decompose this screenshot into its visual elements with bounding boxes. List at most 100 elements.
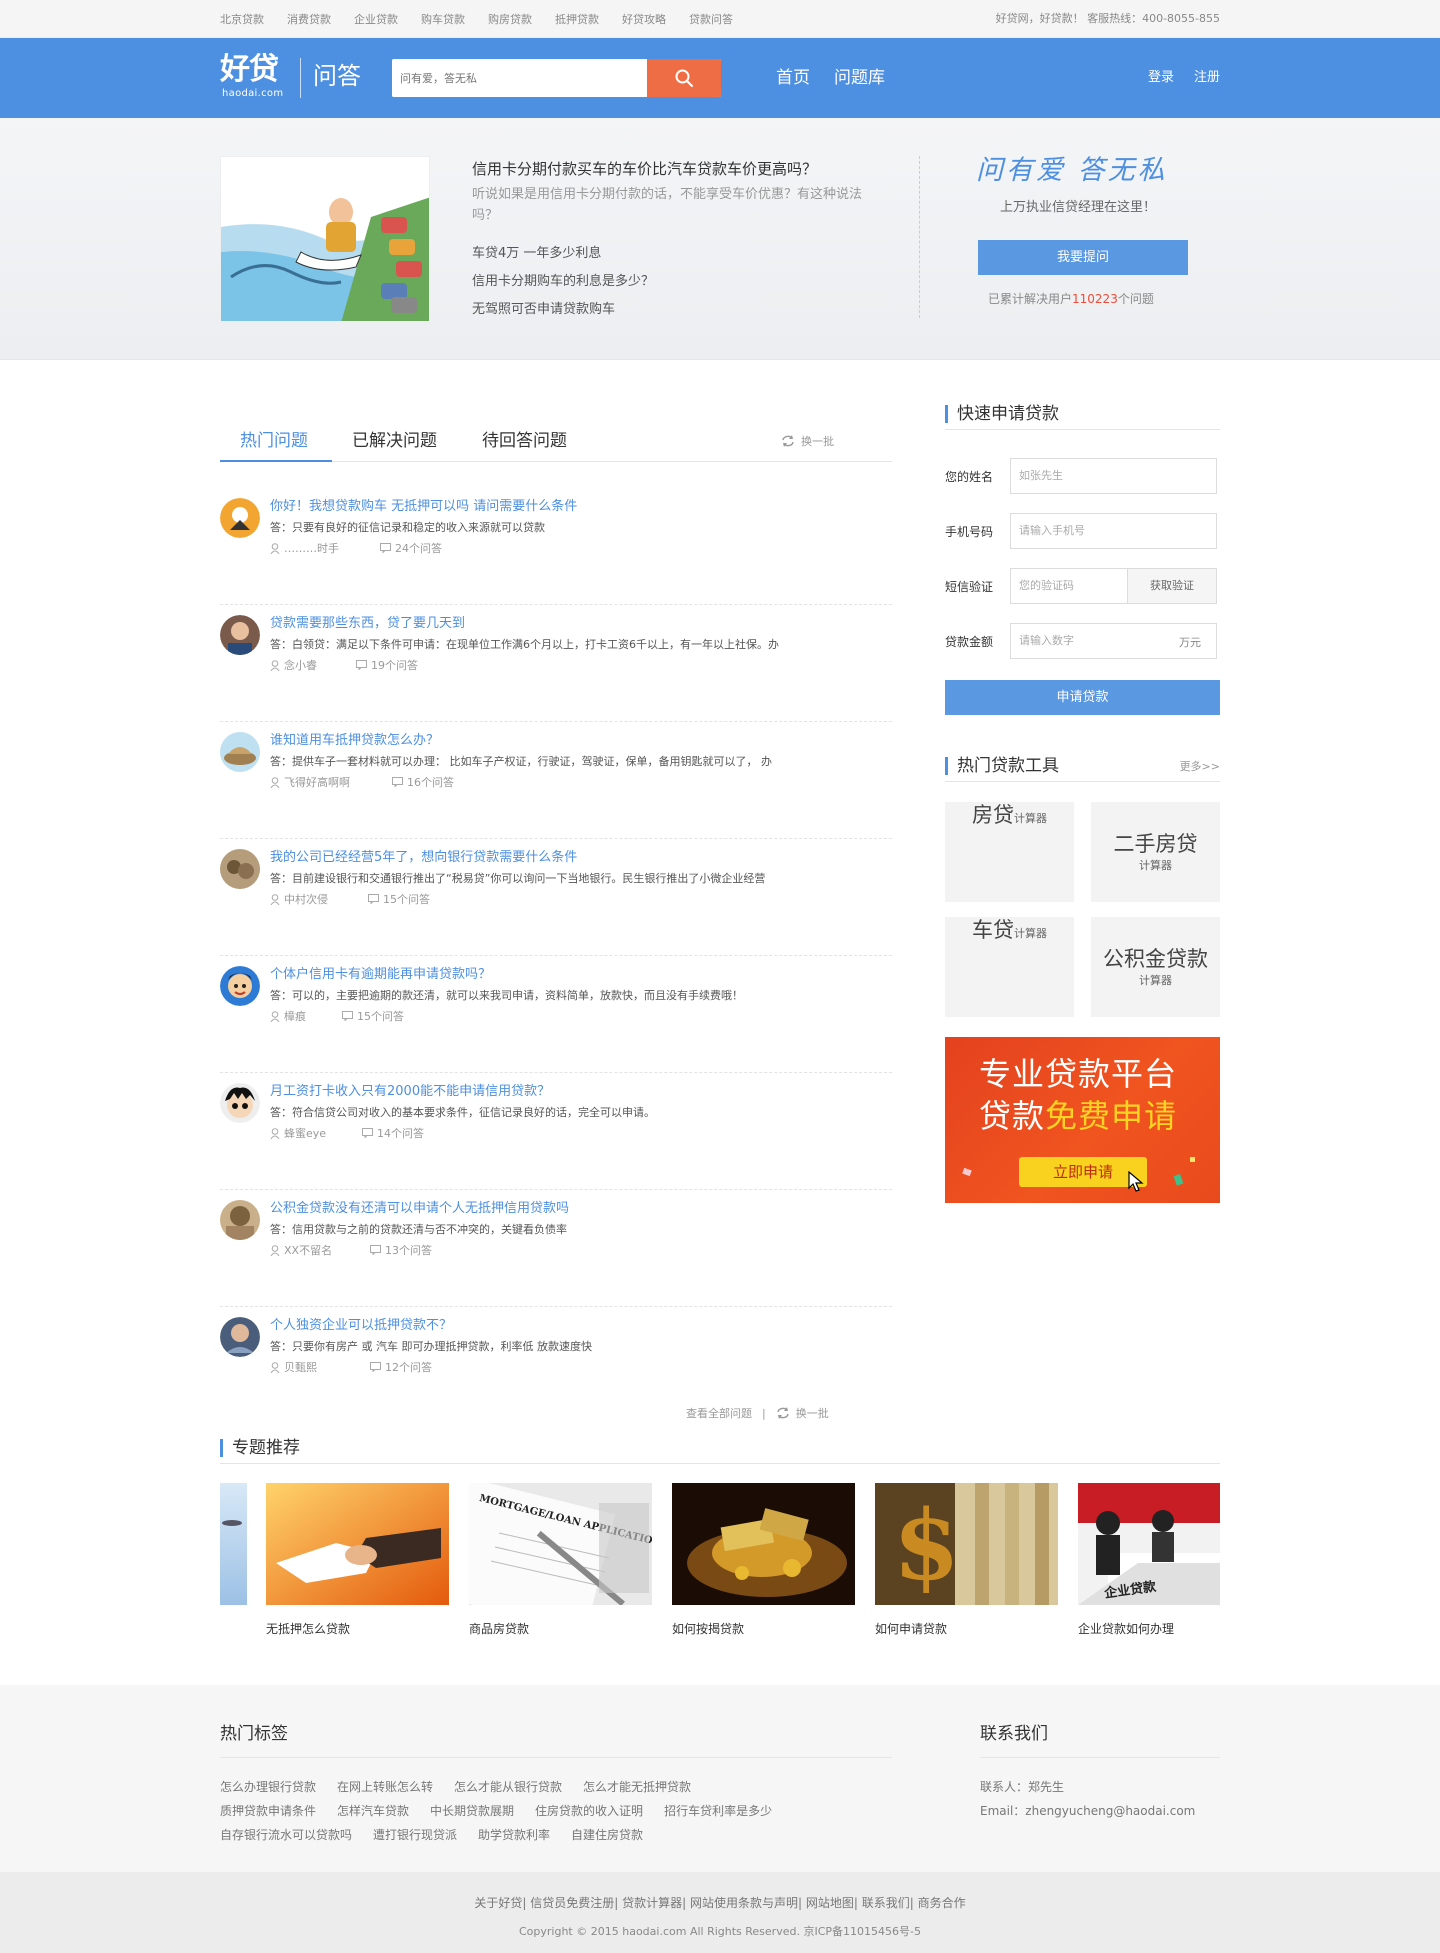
- banner-illustration[interactable]: [220, 156, 430, 322]
- topic-label[interactable]: 商品房贷款: [469, 1620, 529, 1637]
- tag-link[interactable]: 中长期贷款展期: [430, 1802, 514, 1819]
- top-link[interactable]: 抵押贷款: [555, 11, 599, 27]
- sms-row: 短信验证 您的验证码 获取验证: [945, 568, 1220, 604]
- question-title[interactable]: 个人独资企业可以抵押贷款不？: [270, 1314, 452, 1333]
- top-link[interactable]: 消费贷款: [287, 11, 331, 27]
- related-question[interactable]: 信用卡分期购车的利息是多少？: [472, 270, 654, 289]
- comment-icon: [368, 894, 379, 904]
- tool-car-loan-calculator[interactable]: 车贷 计算器: [945, 917, 1074, 1017]
- topic-image[interactable]: 企业贷款: [1078, 1483, 1220, 1605]
- related-question[interactable]: 无驾照可否申请贷款购车: [472, 298, 615, 317]
- top-link[interactable]: 企业贷款: [354, 11, 398, 27]
- question-title[interactable]: 月工资打卡收入只有2000能不能申请信用贷款？: [270, 1080, 550, 1099]
- refresh-button[interactable]: 换一批: [781, 433, 834, 449]
- tool-secondhand-calculator[interactable]: 二手房贷 计算器: [1091, 802, 1220, 902]
- register-link[interactable]: 注册: [1194, 70, 1220, 86]
- tools-more-link[interactable]: 更多>>: [1180, 758, 1220, 774]
- logo[interactable]: 好贷 haodai.com 问答: [220, 52, 366, 102]
- question-title[interactable]: 公积金贷款没有还清可以申请个人无抵押信用贷款吗: [270, 1197, 569, 1216]
- topic-image[interactable]: MORTGAGE/LOAN APPLICATION FORM: [469, 1483, 652, 1605]
- phone-input[interactable]: 请输入手机号: [1010, 513, 1217, 549]
- tag-link[interactable]: 怎么办理银行贷款: [220, 1778, 316, 1795]
- comment-icon: [380, 543, 391, 553]
- username[interactable]: XX不留名: [284, 1242, 332, 1258]
- tag-link[interactable]: 招行车贷利率是多少: [664, 1802, 772, 1819]
- topic-label[interactable]: 如何申请贷款: [875, 1620, 947, 1637]
- topic-label[interactable]: 企业贷款如何办理: [1078, 1620, 1174, 1637]
- question-title[interactable]: 谁知道用车抵押贷款怎么办？: [270, 729, 439, 748]
- login-link[interactable]: 登录: [1148, 70, 1174, 86]
- top-link[interactable]: 购车贷款: [421, 11, 465, 27]
- question-item[interactable]: 月工资打卡收入只有2000能不能申请信用贷款？ 答：符合信贷公司对收入的基本要求…: [220, 1073, 892, 1190]
- active-tab-underline: [220, 460, 332, 462]
- get-code-button[interactable]: 获取验证: [1127, 568, 1217, 604]
- question-item[interactable]: 个体户信用卡有逾期能再申请贷款吗？ 答：可以的，主要把逾期的款还清，就可以来我司…: [220, 956, 892, 1073]
- tool-mortgage-calculator[interactable]: 房贷 计算器: [945, 802, 1074, 902]
- question-title[interactable]: 你好！我想贷款购车 无抵押可以吗 请问需要什么条件: [270, 495, 577, 514]
- logo-divider: [300, 58, 301, 98]
- topic-label[interactable]: 无抵押怎么贷款: [266, 1620, 350, 1637]
- sms-code-input[interactable]: 您的验证码: [1010, 568, 1128, 604]
- contact-email[interactable]: Email：zhengyucheng@haodai.com: [980, 1802, 1195, 1819]
- topic-image[interactable]: [266, 1483, 449, 1605]
- tag-link[interactable]: 住房贷款的收入证明: [535, 1802, 643, 1819]
- username[interactable]: ………时手: [284, 540, 339, 556]
- topic-image[interactable]: $: [875, 1483, 1058, 1605]
- related-question[interactable]: 车贷4万 一年多少利息: [472, 242, 601, 261]
- apply-loan-button[interactable]: 申请贷款: [945, 680, 1220, 715]
- tag-link[interactable]: 遭打银行现贷派: [373, 1826, 457, 1843]
- question-title[interactable]: 我的公司已经经营5年了，想向银行贷款需要什么条件: [270, 846, 577, 865]
- tag-link[interactable]: 自建住房贷款: [571, 1826, 643, 1843]
- tag-link[interactable]: 怎么才能无抵押贷款: [583, 1778, 691, 1795]
- phone-label: 手机号码: [945, 525, 994, 539]
- featured-question[interactable]: 信用卡分期付款买车的车价比汽车贷款车价更高吗？: [472, 158, 817, 179]
- auth-links: 登录 注册: [1148, 70, 1220, 86]
- question-title[interactable]: 个体户信用卡有逾期能再申请贷款吗？: [270, 963, 491, 982]
- nav-home[interactable]: 首页: [776, 66, 810, 90]
- top-link[interactable]: 贷款问答: [689, 11, 733, 27]
- question-meta: 樟痕 15个问答: [270, 1008, 404, 1024]
- username[interactable]: 中村次侵: [284, 891, 328, 907]
- tag-link[interactable]: 助学贷款利率: [478, 1826, 550, 1843]
- question-item[interactable]: 你好！我想贷款购车 无抵押可以吗 请问需要什么条件 答：只要有良好的征信记录和稳…: [220, 488, 892, 605]
- username[interactable]: 樟痕: [284, 1008, 306, 1024]
- carousel-partial-item[interactable]: [220, 1483, 247, 1605]
- footer-links[interactable]: 关于好贷| 信贷员免费注册| 贷款计算器| 网站使用条款与声明| 网站地图| 联…: [0, 1894, 1440, 1911]
- top-link[interactable]: 北京贷款: [220, 11, 264, 27]
- name-input[interactable]: 如张先生: [1010, 458, 1217, 494]
- tag-link[interactable]: 质押贷款申请条件: [220, 1802, 316, 1819]
- tag-link[interactable]: 自存银行流水可以贷款吗: [220, 1826, 352, 1843]
- top-link[interactable]: 好贷攻略: [622, 11, 666, 27]
- nav-question-bank[interactable]: 问题库: [834, 66, 885, 90]
- username[interactable]: 蜂蜜eye: [284, 1125, 326, 1141]
- username[interactable]: 贝甄熙: [284, 1359, 317, 1375]
- question-item[interactable]: 我的公司已经经营5年了，想向银行贷款需要什么条件 答：目前建设银行和交通银行推出…: [220, 839, 892, 956]
- tag-link[interactable]: 怎样汽车贷款: [337, 1802, 409, 1819]
- question-item[interactable]: 贷款需要那些东西，贷了要几天到 答：白领贷：满足以下条件可申请：在现单位工作满6…: [220, 605, 892, 722]
- view-all-link[interactable]: 查看全部问题: [686, 1405, 752, 1421]
- refresh-bottom-button[interactable]: 换一批: [776, 1405, 829, 1421]
- ask-question-button[interactable]: 我要提问: [978, 240, 1188, 275]
- question-title[interactable]: 贷款需要那些东西，贷了要几天到: [270, 612, 465, 631]
- tab-solved[interactable]: 已解决问题: [352, 423, 437, 459]
- username[interactable]: 飞得好高啊啊: [284, 774, 350, 790]
- name-label: 您的姓名: [945, 470, 994, 484]
- tool-housing-fund-calculator[interactable]: 公积金贷款 计算器: [1091, 917, 1220, 1017]
- topic-image[interactable]: [672, 1483, 855, 1605]
- promo-banner[interactable]: 专业贷款平台 贷款免费申请 立即申请: [945, 1037, 1220, 1203]
- tab-pending[interactable]: 待回答问题: [482, 423, 567, 459]
- question-meta: 念小睿 19个问答: [270, 657, 418, 673]
- topic-label[interactable]: 如何按揭贷款: [672, 1620, 744, 1637]
- username[interactable]: 念小睿: [284, 657, 317, 673]
- tab-hot[interactable]: 热门问题: [240, 423, 308, 459]
- tag-link[interactable]: 在网上转账怎么转: [337, 1778, 433, 1795]
- tag-link[interactable]: 怎么才能从银行贷款: [454, 1778, 562, 1795]
- search-button[interactable]: [647, 59, 721, 97]
- question-item[interactable]: 公积金贷款没有还清可以申请个人无抵押信用贷款吗 答：信用贷款与之前的贷款还清与否…: [220, 1190, 892, 1307]
- question-tabs: 热门问题 已解决问题 待回答问题 换一批: [220, 423, 892, 462]
- question-item[interactable]: 谁知道用车抵押贷款怎么办？ 答：提供车子一套材料就可以办理： 比如车子产权证，行…: [220, 722, 892, 839]
- search-input[interactable]: [392, 59, 647, 97]
- avatar: [220, 615, 260, 655]
- top-link[interactable]: 购房贷款: [488, 11, 532, 27]
- avatar: [220, 1317, 260, 1357]
